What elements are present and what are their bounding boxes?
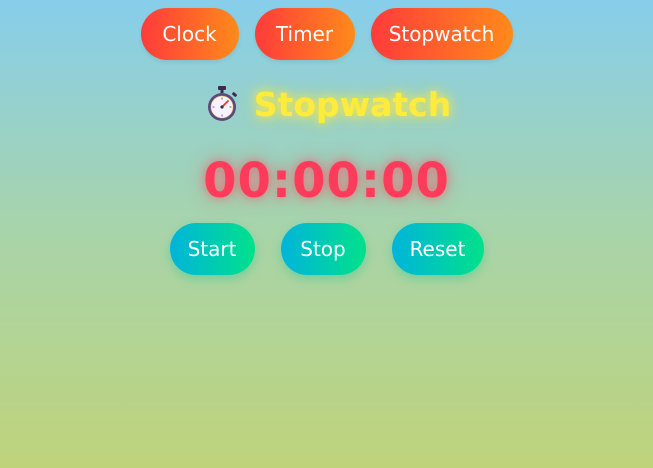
mode-tabs: Clock Timer Stopwatch	[0, 8, 653, 60]
stopwatch-icon	[202, 84, 242, 124]
start-button[interactable]: Start	[169, 223, 255, 275]
tab-stopwatch[interactable]: Stopwatch	[370, 8, 513, 60]
stopwatch-controls: Start Stop Reset	[0, 223, 653, 275]
reset-button[interactable]: Reset	[391, 223, 484, 275]
tab-timer[interactable]: Timer	[254, 8, 355, 60]
page-title: Stopwatch	[0, 84, 653, 124]
stop-button[interactable]: Stop	[280, 223, 366, 275]
tab-clock[interactable]: Clock	[140, 8, 239, 60]
stopwatch-display: 00:00:00	[203, 153, 450, 209]
page-title-text: Stopwatch	[253, 84, 452, 124]
